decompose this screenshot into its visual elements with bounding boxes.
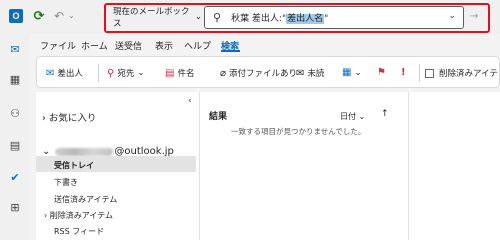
- envelope-icon: ✉: [46, 67, 55, 79]
- sort-by-date-dropdown[interactable]: 日付 ⌄: [340, 111, 365, 122]
- sort-direction-arrow-icon[interactable]: ↑: [381, 109, 389, 119]
- undo-icon[interactable]: ↶: [52, 9, 66, 23]
- divider: [98, 64, 99, 82]
- categorize-button[interactable]: ▦ ⌄: [342, 67, 362, 78]
- collapse-pane-chevron-icon[interactable]: ‹: [188, 96, 192, 106]
- folder-drafts[interactable]: 下書き: [54, 177, 78, 188]
- folder-inbox[interactable]: 受信トレイ: [54, 160, 94, 171]
- tab-home[interactable]: ホーム: [81, 39, 108, 52]
- from-button[interactable]: ✉ 差出人: [46, 67, 83, 80]
- unread-button[interactable]: ✉ 未読: [296, 67, 324, 80]
- tasks-icon[interactable]: ▤: [8, 138, 22, 152]
- favorites-node[interactable]: › お気に入り: [42, 110, 96, 124]
- redacted-account-name: [55, 147, 114, 156]
- chevron-down-icon: ⌄: [358, 112, 366, 121]
- todo-check-icon[interactable]: ✔: [8, 170, 22, 184]
- folder-deleted[interactable]: › 削除済みアイテム: [44, 210, 113, 221]
- search-query-text: 秋葉 差出人:"差出人名": [231, 14, 329, 24]
- folder-rss[interactable]: RSS フィード: [54, 226, 104, 237]
- people-icon[interactable]: ⚇: [8, 106, 22, 120]
- search-scope-dropdown[interactable]: 現在のメールボックス ⌄: [110, 7, 202, 29]
- search-icon: ⚲: [213, 11, 222, 24]
- tab-help[interactable]: ヘルプ: [184, 39, 211, 52]
- undo-dropdown-icon[interactable]: ⌄: [68, 11, 75, 20]
- outlook-logo-icon: O: [9, 9, 23, 23]
- unread-envelope-icon: ✉: [296, 67, 305, 79]
- mail-icon[interactable]: ✉: [8, 42, 22, 56]
- apps-icon[interactable]: ⊞: [8, 200, 22, 214]
- search-options-chevron-icon[interactable]: ⌄: [448, 11, 456, 21]
- ribbon-toolbar: ✉ 差出人 ⚲ 宛先 ⌄ ▤ 件名 ⌀ 添付ファイルあり ✉ 未読 ▦ ⌄ ⚑ …: [36, 56, 500, 88]
- checkbox-icon: [425, 68, 434, 78]
- subject-icon: ▤: [165, 67, 175, 79]
- to-button[interactable]: ⚲ 宛先 ⌄: [107, 67, 145, 80]
- category-grid-icon: ▦: [342, 67, 352, 78]
- reading-pane-divider: [408, 92, 409, 240]
- exclamation-icon: !: [401, 67, 406, 78]
- subject-button[interactable]: ▤ 件名: [165, 67, 194, 80]
- person-icon: ⚲: [107, 67, 115, 79]
- tab-file[interactable]: ファイル: [40, 39, 76, 52]
- message-list-pane: [200, 92, 408, 240]
- tab-send-receive[interactable]: 送受信: [115, 39, 142, 52]
- flagged-button[interactable]: ⚑: [377, 67, 386, 78]
- has-attachments-button[interactable]: ⌀ 添付ファイルあり: [220, 67, 297, 80]
- chevron-right-icon: ›: [42, 113, 46, 124]
- chevron-down-icon: ⌄: [354, 67, 362, 78]
- calendar-icon[interactable]: ▦: [8, 72, 22, 86]
- flag-icon: ⚑: [377, 67, 386, 78]
- folder-sent[interactable]: 送信済みアイテム: [54, 194, 117, 205]
- search-input[interactable]: ⚲ 秋葉 差出人:"差出人名" ⌄: [204, 6, 464, 29]
- results-heading: 結果: [209, 112, 228, 122]
- tab-view[interactable]: 表示: [155, 39, 173, 52]
- ribbon-tabs: ファイル ホーム 送受信 表示 ヘルプ 検索: [30, 34, 500, 54]
- search-scope-label: 現在のメールボックス: [113, 7, 190, 29]
- paperclip-icon: ⌀: [220, 67, 227, 79]
- active-tab-indicator: [221, 50, 240, 52]
- chevron-down-icon: ⌄: [137, 68, 145, 78]
- sync-icon[interactable]: ⟳: [32, 9, 46, 24]
- include-deleted-checkbox[interactable]: 削除済みアイテ: [425, 67, 498, 79]
- empty-results-message: 一致する項目が見つかりませんでした。: [231, 127, 366, 136]
- important-button[interactable]: !: [401, 67, 406, 78]
- divider: [419, 64, 420, 82]
- chevron-down-icon: ⌄: [194, 12, 202, 22]
- search-go-arrow-icon[interactable]: →: [470, 11, 478, 22]
